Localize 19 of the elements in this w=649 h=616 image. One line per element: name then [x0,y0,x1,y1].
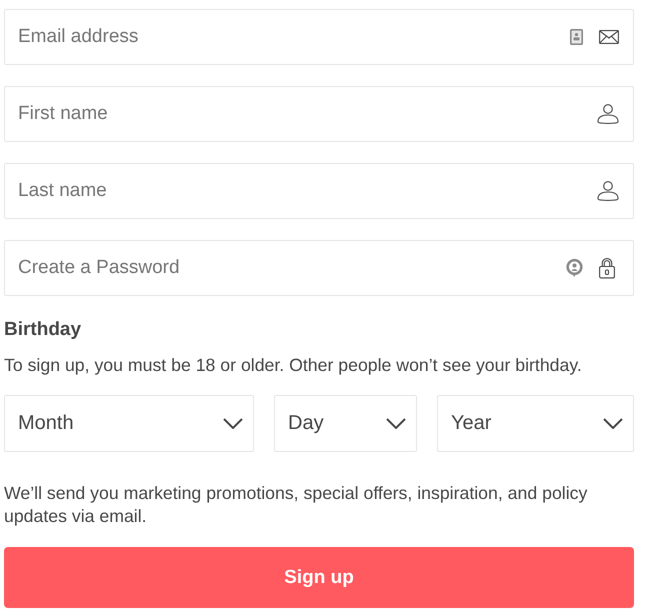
chevron-down-icon [603,418,623,429]
marketing-notice-text: We’ll send you marketing promotions, special offers, inspiration, and policy updates via email. [4,482,588,528]
day-select[interactable]: Day [274,395,417,452]
password-field[interactable]: Create a Password [4,240,634,296]
person-icon [597,181,619,201]
lock-icon [599,258,615,278]
id-card-icon [570,29,583,45]
user-circle-icon [566,258,583,278]
year-select[interactable]: Year [437,395,634,452]
name-field[interactable]: First name [4,86,634,142]
envelope-icon [599,30,619,44]
birthday-heading: Birthday [4,318,82,342]
person-icon [597,104,619,124]
chevron-down-icon [386,418,406,429]
chevron-down-icon [223,418,243,429]
month-select[interactable]: Month [4,395,254,452]
name-field[interactable]: Last name [4,163,634,219]
age-requirement-text: To sign up, you must be 18 or older. Other people won’t see your birthday. [4,354,582,376]
email-field[interactable]: Email address [4,9,634,65]
